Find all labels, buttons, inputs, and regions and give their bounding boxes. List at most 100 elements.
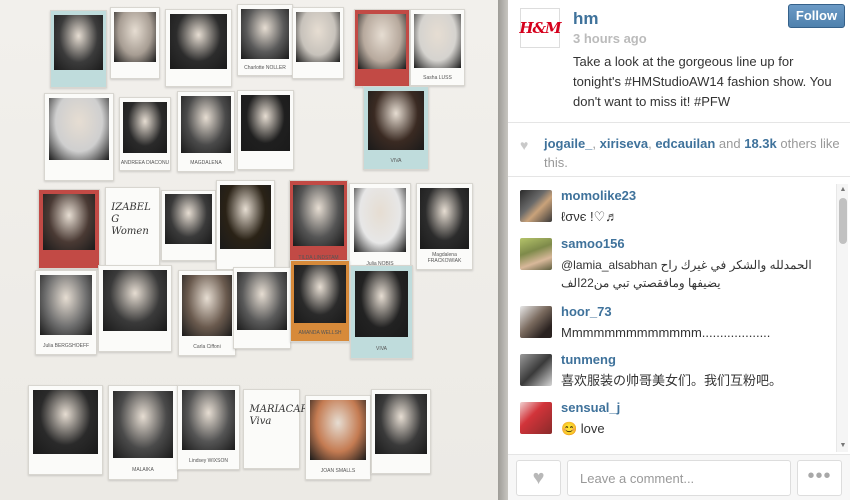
more-options-button[interactable]: ••• (797, 460, 842, 496)
commenter-username[interactable]: samoo156 (561, 236, 625, 251)
model-card (50, 10, 107, 88)
model-portrait (367, 91, 425, 151)
model-card: Lindsey WIXSON (177, 385, 240, 470)
commenter-username[interactable]: hoor_73 (561, 304, 612, 319)
model-portrait (169, 13, 228, 69)
commenter-username[interactable]: tunmeng (561, 352, 616, 367)
model-card-caption: Julia BERGSHOEFF (42, 343, 90, 350)
model-card: Magdalena FRACKOWIAK (416, 183, 473, 270)
comment-item: hoor_73 Mmmmmmmmmmmmm................... (520, 304, 830, 354)
model-portrait (113, 11, 157, 62)
model-card-caption: Sasha LUSS (423, 74, 452, 81)
model-portrait (42, 193, 96, 251)
poster-username[interactable]: hm (573, 9, 599, 29)
model-card: ANDREEA DIACONU (119, 97, 171, 171)
model-portrait (103, 270, 167, 332)
post-caption: Take a look at the gorgeous line up for … (573, 54, 832, 109)
model-card: MARIACARLA Viva (243, 389, 322, 469)
model-portrait (123, 101, 167, 154)
commenter-avatar[interactable] (520, 402, 552, 434)
model-card: JOAN SMALLS (305, 395, 371, 480)
likes-count[interactable]: 18.3k (744, 136, 777, 151)
like-button[interactable]: ♥ (516, 460, 561, 496)
divider (508, 122, 850, 123)
comment-text: ℓσνє !♡♬ (561, 209, 619, 224)
model-card: Carla Ciffoni (178, 270, 236, 356)
model-card (44, 93, 114, 181)
more-dots-icon: ••• (807, 465, 832, 487)
likes-text: jogaile_, xiriseva, edcauilan and 18.3k … (544, 134, 840, 172)
post-timestamp[interactable]: 3 hours ago (573, 31, 647, 46)
model-card (237, 90, 294, 170)
model-card: Julia BERGSHOEFF (35, 270, 97, 355)
scrollbar-thumb[interactable] (839, 198, 847, 244)
model-card: MALAIKA (108, 385, 178, 480)
scroll-down-arrow-icon[interactable]: ▼ (837, 440, 849, 452)
commenter-username[interactable]: sensual_j (561, 400, 620, 415)
model-portrait (241, 94, 290, 152)
comment-list[interactable]: momolike23 ℓσνє !♡♬ samoo156 @lamia_alsa… (508, 184, 838, 452)
likes-separator: , (592, 136, 600, 151)
model-card-caption: Lindsey WIXSON (189, 458, 228, 465)
poster-avatar[interactable]: H&M (519, 8, 562, 48)
comment-text: 😊 love (561, 421, 605, 436)
model-portrait (293, 185, 344, 247)
comment-text: 喜欢服装の帅哥美女们。我们互粉吧。 (561, 373, 783, 388)
model-portrait (39, 275, 93, 335)
model-portrait (237, 272, 287, 330)
commenter-username[interactable]: momolike23 (561, 188, 636, 203)
post-photo[interactable]: Charlotte NOLLER Sasha LUSS ANDREEA DIACON… (0, 0, 508, 500)
model-card (354, 9, 410, 87)
comment-item: tunmeng 喜欢服装の帅哥美女们。我们互粉吧。 (520, 352, 830, 402)
model-portrait (54, 14, 103, 70)
likes-summary: ♥ jogaile_, xiriseva, edcauilan and 18.3… (520, 134, 840, 172)
model-card: Charlotte NOLLER (237, 4, 293, 76)
comment-item: sensual_j 😊 love (520, 400, 830, 450)
follow-button[interactable]: Follow (788, 4, 845, 28)
liker-link[interactable]: xiriseva (600, 136, 648, 151)
model-card-caption: MAGDALENA (190, 160, 222, 167)
comment-item: samoo156 @lamia_alsabhan الحمدلله والشكر… (520, 236, 830, 290)
comment-item: momolike23 ℓσνє !♡♬ (520, 188, 830, 238)
model-portrait (49, 98, 109, 161)
liker-link[interactable]: jogaile_ (544, 136, 592, 151)
model-card (110, 7, 160, 79)
model-portrait (375, 394, 427, 454)
model-card-caption: MALAIKA (132, 467, 154, 474)
model-card-caption: Carla Ciffoni (193, 343, 221, 350)
heart-icon: ♥ (520, 137, 529, 153)
model-portrait (181, 390, 236, 450)
model-card-caption: VIVA (375, 346, 388, 353)
commenter-avatar[interactable] (520, 190, 552, 222)
brand-logo-text: H&M (519, 19, 561, 37)
model-card-caption: JOAN SMALLS (320, 468, 356, 475)
likes-and: and (715, 136, 745, 151)
comments-scrollbar[interactable]: ▲ ▼ (836, 184, 848, 452)
model-portrait (414, 13, 461, 68)
model-card (161, 190, 216, 261)
heart-icon: ♥ (532, 467, 545, 489)
board-edge (498, 0, 508, 500)
model-portrait (296, 11, 340, 62)
model-card (292, 7, 344, 79)
model-card: Sasha LUSS (410, 9, 465, 86)
model-portrait (241, 8, 289, 59)
model-portrait (353, 188, 407, 252)
model-card (371, 389, 431, 474)
model-portrait (220, 185, 271, 249)
model-portrait (358, 13, 406, 69)
model-card (38, 189, 100, 269)
post-sidebar: H&M hm 3 hours ago Follow Take a look at… (508, 0, 850, 500)
scroll-up-arrow-icon[interactable]: ▲ (837, 184, 849, 196)
commenter-avatar[interactable] (520, 354, 552, 386)
model-card-caption: Magdalena FRACKOWIAK (427, 251, 462, 264)
model-portrait (33, 390, 98, 454)
model-portrait (181, 95, 231, 153)
commenter-avatar[interactable] (520, 238, 552, 270)
commenter-avatar[interactable] (520, 306, 552, 338)
liker-link[interactable]: edcauilan (655, 136, 715, 151)
model-portrait (420, 188, 469, 250)
model-card (216, 180, 275, 270)
divider (508, 176, 850, 177)
comment-input[interactable] (567, 460, 791, 496)
